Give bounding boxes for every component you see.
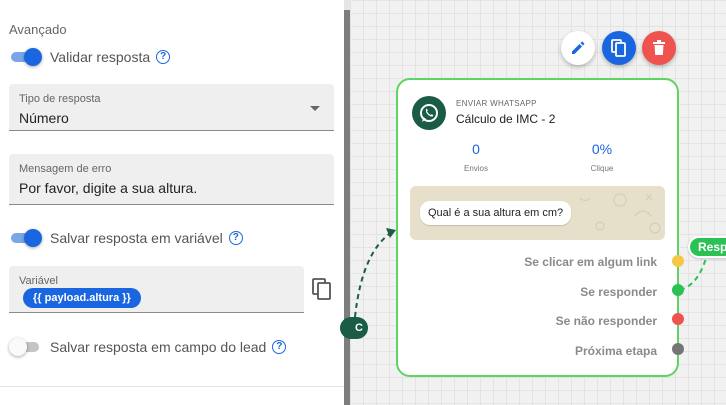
edge-tag-right[interactable]: Resp	[688, 236, 726, 258]
outlet-link-click: Se clicar em algum link	[524, 255, 657, 269]
node-type: ENVIAR WHATSAPP	[456, 99, 537, 108]
variable-label: Variável	[19, 275, 58, 287]
validate-response-toggle[interactable]	[9, 48, 42, 66]
message-preview: Qual é a sua altura em cm?	[410, 186, 665, 240]
outlet-dot-responded[interactable]	[672, 284, 684, 296]
settings-panel: Avançado Validar resposta ? Tipo de resp…	[0, 0, 344, 405]
outlet-dot-not-responded[interactable]	[672, 313, 684, 325]
error-message-field[interactable]: Mensagem de erro Por favor, digite a sua…	[9, 154, 334, 205]
outlet-responded: Se responder	[580, 285, 657, 299]
save-variable-row: Salvar resposta em variável ?	[9, 228, 243, 248]
incoming-edge	[354, 228, 396, 318]
copy-icon	[611, 39, 626, 57]
help-icon[interactable]: ?	[156, 50, 171, 64]
section-title: Avançado	[9, 22, 67, 37]
save-lead-toggle[interactable]	[9, 338, 42, 356]
response-type-select[interactable]: Tipo de resposta Número	[9, 84, 334, 131]
error-message-value: Por favor, digite a sua altura.	[19, 180, 198, 196]
delete-button[interactable]	[642, 31, 676, 65]
save-variable-label: Salvar resposta em variável	[50, 230, 223, 246]
stat-clicks-value: 0%	[591, 141, 613, 157]
node-title: Cálculo de IMC - 2	[456, 112, 556, 126]
save-variable-toggle[interactable]	[9, 229, 42, 247]
copy-icon[interactable]	[312, 278, 332, 300]
variable-chip[interactable]: {{ payload.altura }}	[23, 288, 141, 308]
outlet-not-responded: Se não responder	[555, 314, 657, 328]
outlet-dot-next-step[interactable]	[672, 343, 684, 355]
stat-sends-label: Envios	[463, 164, 488, 173]
duplicate-button[interactable]	[602, 31, 636, 65]
divider	[0, 386, 344, 387]
message-bubble: Qual é a sua altura em cm?	[420, 201, 572, 225]
stat-clicks-label: Clique	[590, 164, 614, 173]
help-icon[interactable]: ?	[272, 340, 287, 354]
error-message-label: Mensagem de erro	[19, 163, 112, 175]
save-lead-label: Salvar resposta em campo do lead	[50, 339, 267, 355]
stat-sends-value: 0	[472, 141, 480, 157]
save-lead-row: Salvar resposta em campo do lead ?	[9, 337, 287, 357]
response-type-label: Tipo de resposta	[19, 93, 101, 105]
chevron-down-icon	[310, 106, 320, 111]
edit-button[interactable]	[561, 31, 595, 65]
edge-tag-left[interactable]: C	[340, 317, 368, 339]
pencil-icon	[572, 41, 585, 54]
variable-field[interactable]: Variável {{ payload.altura }}	[9, 266, 304, 313]
validate-response-row: Validar resposta ?	[9, 47, 171, 67]
outlet-dot-link-click[interactable]	[672, 255, 684, 267]
whatsapp-icon	[412, 96, 446, 130]
whatsapp-node[interactable]: ENVIAR WHATSAPP Cálculo de IMC - 2 0 Env…	[396, 78, 679, 377]
outlet-next-step: Próxima etapa	[574, 344, 657, 358]
response-type-value: Número	[19, 110, 69, 126]
trash-icon	[653, 40, 665, 55]
help-icon[interactable]: ?	[228, 231, 243, 245]
validate-response-label: Validar resposta	[50, 49, 151, 65]
